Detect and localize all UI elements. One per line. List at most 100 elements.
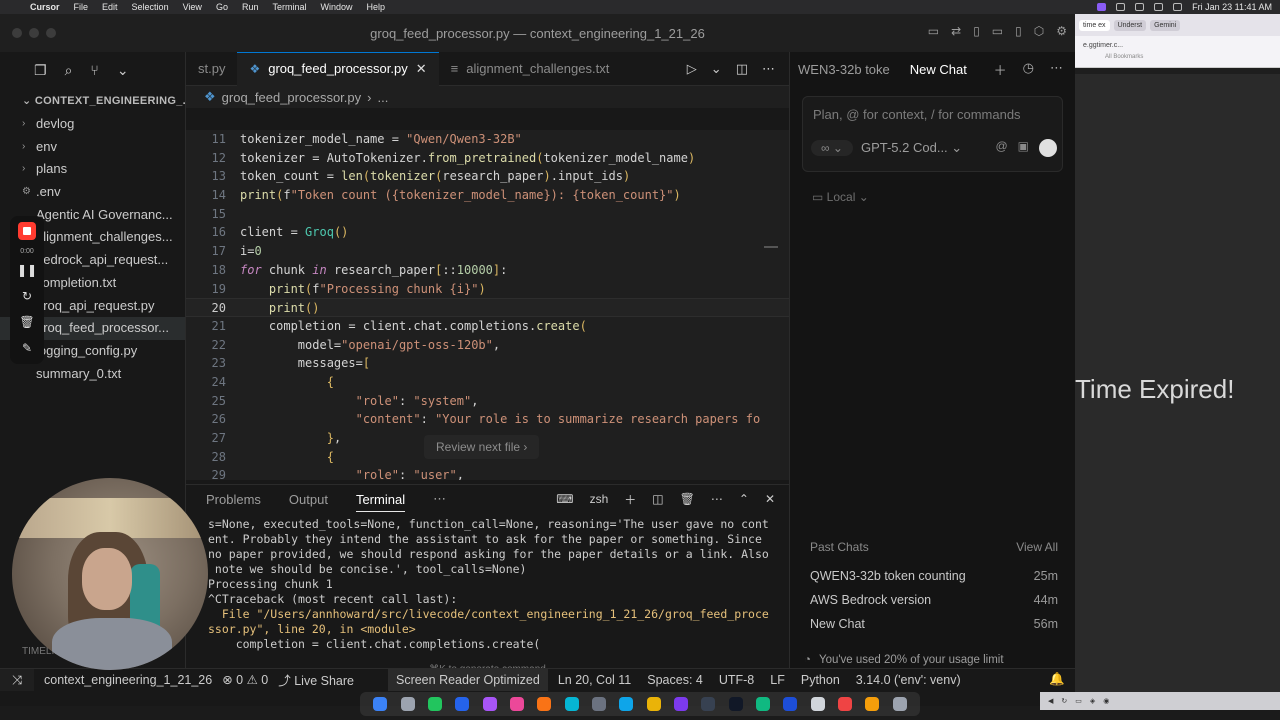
tray-icon[interactable]: ◉ <box>1103 697 1109 705</box>
more-icon[interactable]: ⋯ <box>433 491 446 507</box>
menu-extra-icon[interactable] <box>1116 3 1126 11</box>
chat-input[interactable]: Plan, @ for context, / for commands ∞ ⌄ … <box>802 96 1063 172</box>
split-terminal-icon[interactable]: ◫ <box>652 492 663 506</box>
run-icon[interactable]: ▷ <box>687 61 697 77</box>
new-terminal-icon[interactable]: ＋ <box>624 491 636 508</box>
tree-item-devlog[interactable]: › devlog <box>0 113 185 136</box>
past-chat-item[interactable]: New Chat 56m <box>810 612 1058 636</box>
tab-problems[interactable]: Problems <box>206 492 261 507</box>
podcasts-icon[interactable] <box>482 697 497 711</box>
menu-run[interactable]: Run <box>242 2 259 12</box>
code-editor[interactable]: 11 tokenizer_model_name = "Qwen/Qwen3-32B… <box>186 130 789 480</box>
tab-groq-feed-processor[interactable]: ❖ groq_feed_processor.py ✕ <box>237 51 439 86</box>
microphone-icon[interactable] <box>1039 139 1057 157</box>
photos-icon[interactable] <box>509 697 524 711</box>
tree-item-env[interactable]: › env <box>0 136 185 159</box>
code-line[interactable]: 18 for chunk in research_paper[::10000]: <box>186 261 789 280</box>
menu-extra-icon[interactable] <box>1135 3 1145 11</box>
safari-icon[interactable] <box>455 697 470 711</box>
history-icon[interactable]: ◷ <box>1023 60 1034 79</box>
more-actions-icon[interactable]: ⋯ <box>711 492 723 506</box>
code-line[interactable]: 26 "content": "Your role is to summarize… <box>186 410 789 429</box>
app-icon[interactable] <box>810 697 825 711</box>
eol-status[interactable]: LF <box>770 673 785 687</box>
explorer-files-icon[interactable]: ❐ <box>34 62 47 88</box>
menu-view[interactable]: View <box>183 2 202 12</box>
workspace-name[interactable]: context_engineering_1_21_26 <box>44 673 212 687</box>
toggle-chat-icon[interactable]: ▯ <box>1015 24 1022 38</box>
code-line[interactable]: 15 <box>186 205 789 224</box>
menu-app-name[interactable]: Cursor <box>30 2 60 12</box>
launchpad-icon[interactable] <box>400 697 415 711</box>
stop-recording-icon[interactable] <box>18 222 36 240</box>
code-line[interactable]: 14 print(f"Token count ({tokenizer_model_… <box>186 186 789 205</box>
app-icon[interactable] <box>837 697 852 711</box>
image-icon[interactable]: ▣ <box>1018 139 1029 157</box>
menu-window[interactable]: Window <box>320 2 352 12</box>
close-icon[interactable]: ✕ <box>416 52 427 86</box>
tab-alignment-challenges[interactable]: ≡ alignment_challenges.txt <box>439 52 622 86</box>
past-chat-item[interactable]: QWEN3-32b token counting 25m <box>810 564 1058 588</box>
settings-gear-icon[interactable] <box>591 697 606 711</box>
tray-icon[interactable]: ◀ <box>1048 697 1053 705</box>
breadcrumb-more[interactable]: ... <box>377 90 388 105</box>
screen-record-status-icon[interactable] <box>1097 3 1107 11</box>
language-status[interactable]: Python <box>801 673 840 687</box>
code-line[interactable]: 23 messages=[ <box>186 354 789 373</box>
more-actions-icon[interactable]: ⋯ <box>1050 60 1063 79</box>
code-line[interactable]: 13 token_count = len(tokenizer(research_p… <box>186 167 789 186</box>
search-icon[interactable]: ⌕ <box>65 62 73 88</box>
code-line[interactable]: 21 completion = client.chat.completions.… <box>186 317 789 336</box>
close-icon[interactable]: ✕ <box>765 492 775 506</box>
app-icon[interactable] <box>673 697 688 711</box>
tray-icon[interactable]: ◈ <box>1090 697 1095 705</box>
code-line[interactable]: 12 tokenizer = AutoTokenizer.from_pretrai… <box>186 149 789 168</box>
code-line[interactable]: 29 "role": "user", <box>186 466 789 480</box>
live-share-button[interactable]: ⤴ Live Share <box>278 670 354 689</box>
restart-icon[interactable]: ↻ <box>22 289 32 307</box>
usage-notice[interactable]: ◔ You've used 20% of your usage limit <box>804 654 1004 666</box>
menu-file[interactable]: File <box>74 2 89 12</box>
more-actions-icon[interactable]: ⋯ <box>762 61 775 77</box>
tree-item-dotenv[interactable]: ⚙ .env <box>0 181 185 204</box>
code-line[interactable]: 11 tokenizer_model_name = "Qwen/Qwen3-32B… <box>186 130 789 149</box>
menubar-clock[interactable]: Fri Jan 23 11:41 AM <box>1192 2 1272 12</box>
editor-scrollbar[interactable] <box>764 130 778 480</box>
chevron-down-icon[interactable]: ⌄ <box>117 62 129 88</box>
tab-output[interactable]: Output <box>289 492 328 507</box>
extensions-icon[interactable]: ⬡ <box>1034 24 1044 38</box>
toggle-panel-icon[interactable]: ▭ <box>992 24 1003 38</box>
source-control-icon[interactable]: ⑂ <box>90 62 98 88</box>
tray-icon[interactable]: ↻ <box>1061 697 1067 705</box>
agent-mode-selector[interactable]: ∞ ⌄ <box>811 140 853 156</box>
code-line[interactable]: 19 print(f"Processing chunk {i}") <box>186 280 789 299</box>
terminal-output[interactable]: s=None, executed_tools=None, function_ca… <box>186 517 789 652</box>
all-bookmarks[interactable]: All Bookmarks <box>1105 54 1143 60</box>
chevron-down-icon[interactable]: ⌄ <box>711 61 722 77</box>
project-root-label[interactable]: ⌄ CONTEXT_ENGINEERING_... <box>0 88 185 107</box>
app-store-icon[interactable] <box>564 697 579 711</box>
trash-icon[interactable] <box>892 697 907 711</box>
cursor-position[interactable]: Ln 20, Col 11 <box>558 673 631 687</box>
agent-layout-icon[interactable]: ▭ <box>928 24 939 38</box>
local-selector[interactable]: ▭ Local ⌄ <box>812 190 1075 204</box>
cursor-app-icon[interactable] <box>701 697 716 711</box>
tree-item-summary[interactable]: summary_0.txt <box>0 363 185 386</box>
model-selector[interactable]: GPT-5.2 Cod... ⌄ <box>861 140 962 156</box>
terminal-icon[interactable] <box>728 697 743 711</box>
mention-icon[interactable]: @ <box>995 139 1007 157</box>
browser-tab[interactable]: Underst <box>1113 19 1147 31</box>
breadcrumb-file[interactable]: groq_feed_processor.py <box>222 90 361 105</box>
interpreter-status[interactable]: 3.14.0 ('env': venv) <box>856 673 961 687</box>
browser-tab[interactable]: Gemini <box>1150 19 1181 31</box>
indentation-status[interactable]: Spaces: 4 <box>647 673 703 687</box>
messages-icon[interactable] <box>427 697 442 711</box>
app-icon[interactable] <box>755 697 770 711</box>
code-line[interactable]: 24 { <box>186 373 789 392</box>
encoding-status[interactable]: UTF-8 <box>719 673 754 687</box>
browser-address-bar[interactable]: e.ggtimer.c... <box>1075 36 1280 54</box>
pause-icon[interactable]: ❚❚ <box>17 263 37 281</box>
trash-icon[interactable]: 🗑 <box>19 315 34 333</box>
menu-edit[interactable]: Edit <box>102 2 118 12</box>
remote-icon[interactable]: ⤨ <box>0 668 34 691</box>
